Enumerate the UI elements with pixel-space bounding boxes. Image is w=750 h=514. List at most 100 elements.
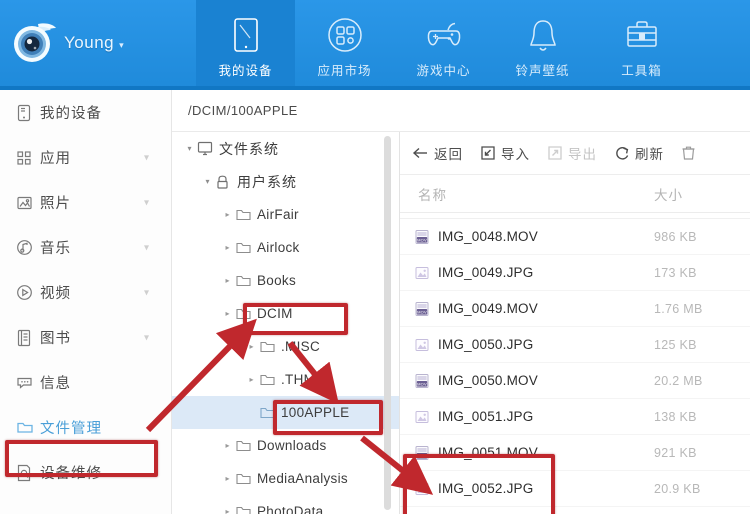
- import-button[interactable]: 导入: [480, 143, 530, 163]
- photo-icon: [16, 195, 40, 211]
- chevron-down-icon[interactable]: ▾: [200, 177, 215, 186]
- sidebar-item-my-device[interactable]: 我的设备: [0, 90, 171, 135]
- folder-icon: [16, 420, 40, 435]
- grid-icon: [16, 150, 40, 166]
- sidebar-item-file-management[interactable]: 文件管理: [0, 405, 171, 450]
- table-row[interactable]: IMG_0050.JPG 125 KB: [400, 327, 750, 363]
- chevron-right-icon[interactable]: ▸: [220, 210, 235, 219]
- tree-node-label: Downloads: [257, 438, 327, 453]
- delete-button[interactable]: [681, 145, 701, 161]
- chevron-down-icon[interactable]: ▾: [144, 287, 149, 298]
- sidebar-item-label: 设备维修: [40, 466, 102, 482]
- file-size: 921 KB: [654, 445, 697, 460]
- file-list-panel: 返回 导入 导出 刷新 名称 大小 MOV IMG_0048.MOV 986 K…: [400, 132, 750, 514]
- svg-text:MOV: MOV: [417, 453, 427, 458]
- gamepad-icon: [423, 14, 465, 58]
- tree-node-dcim[interactable]: ▸ DCIM: [172, 297, 399, 330]
- nav-label: 铃声壁纸: [515, 64, 570, 78]
- chevron-right-icon[interactable]: ▸: [220, 507, 235, 514]
- table-row[interactable]: MOV IMG_0051.MOV 921 KB: [400, 435, 750, 471]
- folder-icon: [235, 439, 257, 453]
- sidebar-item-device-repair[interactable]: 设备维修: [0, 450, 171, 495]
- tree-node-airfair[interactable]: ▸ AirFair: [172, 198, 399, 231]
- column-header-size[interactable]: 大小: [654, 184, 750, 204]
- folder-icon: [235, 472, 257, 486]
- tree-node-label: AirFair: [257, 207, 299, 222]
- chevron-down-icon[interactable]: ▾: [144, 152, 149, 163]
- nav-item-app-market[interactable]: 应用市场: [295, 0, 394, 90]
- tree-node-thmb[interactable]: ▸ .THMB: [172, 363, 399, 396]
- nav-item-my-device[interactable]: 我的设备: [196, 0, 295, 90]
- book-icon: [16, 329, 40, 347]
- table-row[interactable]: IMG_0051.JPG 138 KB: [400, 399, 750, 435]
- sidebar-item-music[interactable]: 音乐 ▾: [0, 225, 171, 270]
- chevron-down-icon[interactable]: ▾: [144, 242, 149, 253]
- tree-node-mediaanalysis[interactable]: ▸ MediaAnalysis: [172, 462, 399, 495]
- nav-item-game-center[interactable]: 游戏中心: [394, 0, 493, 90]
- sidebar-item-books[interactable]: 图书 ▾: [0, 315, 171, 360]
- refresh-button[interactable]: 刷新: [614, 143, 664, 163]
- sidebar-item-videos[interactable]: 视频 ▾: [0, 270, 171, 315]
- folder-icon: [235, 274, 257, 288]
- table-row[interactable]: MOV IMG_0052.MOV 398 KB: [400, 507, 750, 514]
- toolbar-label: 导入: [501, 147, 530, 162]
- tree-node-photodata[interactable]: ▸ PhotoData: [172, 495, 399, 514]
- table-row[interactable]: MOV IMG_0048.MOV 986 KB: [400, 219, 750, 255]
- sidebar-item-label: 应用: [40, 151, 71, 167]
- mov-file-icon: MOV: [414, 373, 438, 389]
- file-name: IMG_0050.MOV: [438, 373, 538, 388]
- chevron-down-icon[interactable]: ▾: [119, 40, 124, 50]
- table-row[interactable]: IMG_0049.JPG 173 KB: [400, 255, 750, 291]
- export-icon: [547, 145, 563, 161]
- folder-tree-panel: ▾ 文件系统 ▾ 用户系统 ▸ AirFair ▸ Airlock ▸ Book…: [172, 132, 400, 514]
- tablet-icon: [229, 14, 263, 58]
- chevron-right-icon[interactable]: ▸: [244, 342, 259, 351]
- chevron-down-icon[interactable]: ▾: [144, 197, 149, 208]
- import-icon: [480, 145, 496, 161]
- nav-label: 我的设备: [218, 64, 273, 78]
- folder-icon: [259, 406, 281, 420]
- nav-label: 应用市场: [317, 64, 372, 78]
- back-button[interactable]: 返回: [412, 143, 463, 163]
- chevron-right-icon[interactable]: ▸: [220, 474, 235, 483]
- sidebar-item-label: 音乐: [40, 241, 71, 257]
- message-bubble-icon: [16, 375, 40, 390]
- breadcrumb[interactable]: /DCIM/100APPLE: [172, 90, 750, 132]
- nav-label: 工具箱: [621, 64, 662, 78]
- export-button[interactable]: 导出: [547, 143, 597, 163]
- sidebar-item-messages[interactable]: 信息: [0, 360, 171, 405]
- tree-node-misc[interactable]: ▸ .MISC: [172, 330, 399, 363]
- svg-text:MOV: MOV: [417, 381, 427, 386]
- sidebar-item-apps[interactable]: 应用 ▾: [0, 135, 171, 180]
- top-nav: 我的设备 应用市场 游戏中心 铃声壁纸 工具箱: [196, 0, 691, 90]
- file-name: IMG_0049.MOV: [438, 301, 538, 316]
- nav-item-toolbox[interactable]: 工具箱: [592, 0, 691, 90]
- tree-scrollbar[interactable]: [384, 136, 391, 510]
- tree-node-downloads[interactable]: ▸ Downloads: [172, 429, 399, 462]
- table-row[interactable]: MOV IMG_0050.MOV 20.2 MB: [400, 363, 750, 399]
- table-row[interactable]: MOV IMG_0049.MOV 1.76 MB: [400, 291, 750, 327]
- tree-node-file-system[interactable]: ▾ 文件系统: [172, 132, 399, 165]
- chevron-right-icon[interactable]: ▸: [220, 243, 235, 252]
- nav-item-ringtone-wallpaper[interactable]: 铃声壁纸: [493, 0, 592, 90]
- tree-node-label: MediaAnalysis: [257, 471, 348, 486]
- play-circle-icon: [16, 284, 40, 301]
- tree-node-books[interactable]: ▸ Books: [172, 264, 399, 297]
- chevron-down-icon[interactable]: ▾: [144, 332, 149, 343]
- column-header-name[interactable]: 名称: [400, 184, 654, 204]
- sidebar-item-photos[interactable]: 照片 ▾: [0, 180, 171, 225]
- table-row[interactable]: IMG_0052.JPG 20.9 KB: [400, 471, 750, 507]
- tree-node-airlock[interactable]: ▸ Airlock: [172, 231, 399, 264]
- brand-area[interactable]: Young ▾: [8, 12, 183, 74]
- toolbar-label: 返回: [434, 147, 463, 162]
- chevron-right-icon[interactable]: ▸: [220, 309, 235, 318]
- tree-node-100apple[interactable]: ▸ 100APPLE: [172, 396, 399, 429]
- chevron-right-icon[interactable]: ▸: [220, 441, 235, 450]
- tree-node-user-system[interactable]: ▾ 用户系统: [172, 165, 399, 198]
- chevron-down-icon[interactable]: ▾: [182, 144, 197, 153]
- file-size: 138 KB: [654, 409, 697, 424]
- nav-label: 游戏中心: [416, 64, 471, 78]
- chevron-right-icon[interactable]: ▸: [220, 276, 235, 285]
- chevron-right-icon[interactable]: ▸: [244, 375, 259, 384]
- sidebar-item-label: 信息: [40, 376, 71, 392]
